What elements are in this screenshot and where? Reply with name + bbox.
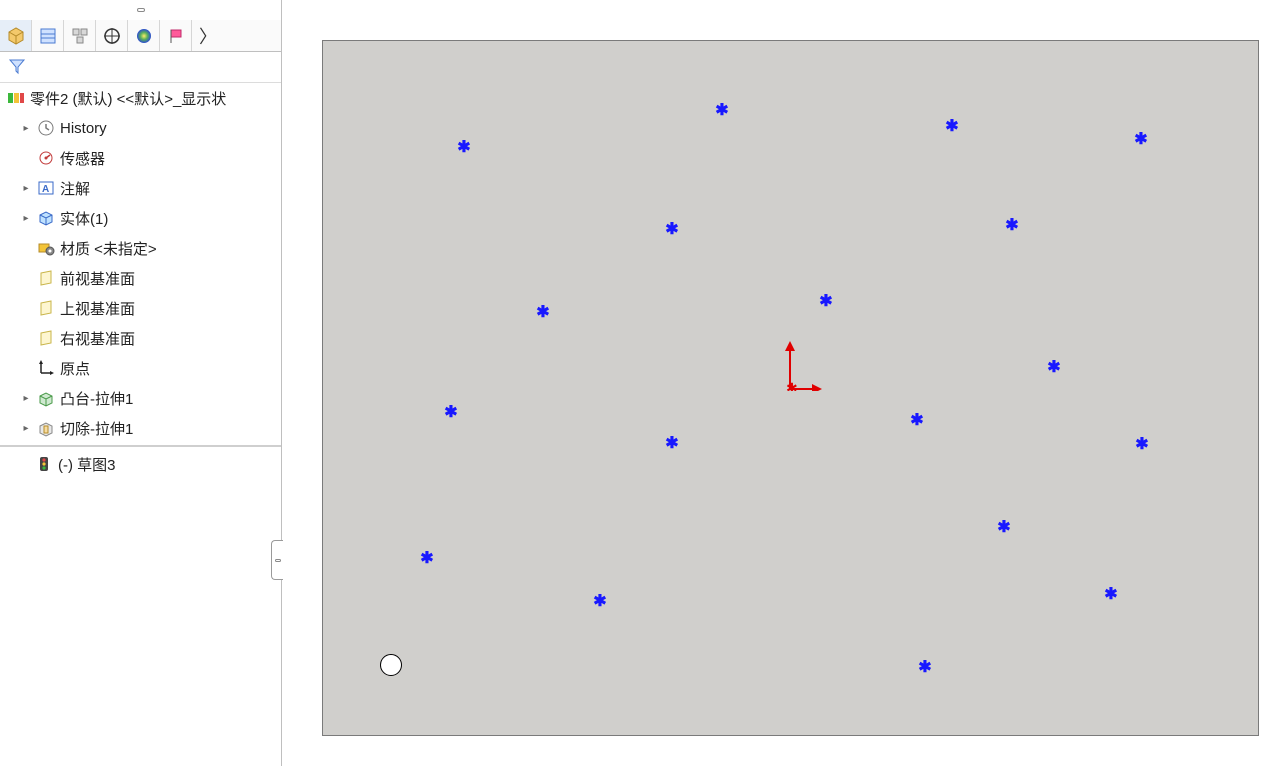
filter-bar (0, 52, 281, 82)
sketch-point[interactable]: ✱ (665, 223, 679, 237)
tab-display-manager[interactable] (128, 20, 160, 51)
graphics-viewport[interactable]: ✱ ✱ ✱ ✱ ✱ ✱ ✱ ✱ ✱ ✱ ✱ ✱ ✱ ✱ ✱ ✱ ✱ ✱ ✱ (282, 0, 1269, 766)
tab-feature-tree[interactable] (0, 20, 32, 51)
tab-overflow-button[interactable]: 〉 (192, 20, 224, 51)
expander-icon[interactable]: ▸ (20, 212, 32, 224)
app-root: 〉 零件2 (默认) <<默认>_显示状 ▸ History ▸ (0, 0, 1269, 766)
tree-item-right-plane[interactable]: ▸ 右视基准面 (0, 323, 281, 353)
expander-icon[interactable]: ▸ (20, 422, 32, 434)
rollback-bar[interactable] (0, 445, 281, 447)
panel-collapse-tab[interactable] (271, 540, 283, 580)
sketch-point[interactable]: ✱ (444, 406, 458, 420)
tree-item-label: 右视基准面 (60, 328, 135, 349)
tree-root[interactable]: 零件2 (默认) <<默认>_显示状 (0, 83, 281, 113)
cursor-circle-icon (380, 654, 402, 676)
plane-icon (36, 298, 56, 318)
tree-item-label: 注解 (60, 178, 90, 199)
sketch-point[interactable]: ✱ (536, 306, 550, 320)
property-manager-icon (38, 26, 58, 46)
sketch-point[interactable]: ✱ (715, 104, 729, 118)
tree-item-label: 切除-拉伸1 (60, 418, 133, 439)
sketch-face[interactable]: ✱ ✱ ✱ ✱ ✱ ✱ ✱ ✱ ✱ ✱ ✱ ✱ ✱ ✱ ✱ ✱ ✱ ✱ ✱ (322, 40, 1259, 736)
tree-item-top-plane[interactable]: ▸ 上视基准面 (0, 293, 281, 323)
sketch-point[interactable]: ✱ (1104, 588, 1118, 602)
flag-icon (166, 26, 186, 46)
tree-item-solidbodies[interactable]: ▸ 实体(1) (0, 203, 281, 233)
svg-text:✱: ✱ (786, 380, 798, 391)
sketch-point[interactable]: ✱ (918, 661, 932, 675)
sketch-point[interactable]: ✱ (819, 295, 833, 309)
expander-icon[interactable]: ▸ (20, 182, 32, 194)
feature-tree-icon (6, 26, 26, 46)
part-icon (6, 88, 26, 108)
expander-icon[interactable]: ▸ (20, 122, 32, 134)
material-icon (36, 238, 56, 258)
origin-icon (36, 358, 56, 378)
display-manager-icon (134, 26, 154, 46)
sketch-point[interactable]: ✱ (593, 595, 607, 609)
configuration-icon (70, 26, 90, 46)
tree-item-annotations[interactable]: ▸ A 注解 (0, 173, 281, 203)
sketch-point[interactable]: ✱ (1135, 438, 1149, 452)
tree-item-label: 材质 <未指定> (60, 238, 157, 259)
feature-manager-panel: 〉 零件2 (默认) <<默认>_显示状 ▸ History ▸ (0, 0, 282, 766)
tab-dimxpert[interactable] (96, 20, 128, 51)
tree-item-label: History (60, 120, 107, 137)
expander-icon[interactable]: ▸ (20, 392, 32, 404)
tree-item-sensors[interactable]: ▸ 传感器 (0, 143, 281, 173)
sketch-point[interactable]: ✱ (997, 521, 1011, 535)
tree-root-label: 零件2 (默认) <<默认>_显示状 (30, 88, 226, 109)
dimxpert-icon (102, 26, 122, 46)
tree-item-boss-extrude[interactable]: ▸ 凸台-拉伸1 (0, 383, 281, 413)
tree-item-label: 前视基准面 (60, 268, 135, 289)
sketch-point[interactable]: ✱ (420, 552, 434, 566)
tree-item-label: 传感器 (60, 148, 105, 169)
sketch-point[interactable]: ✱ (945, 120, 959, 134)
chevron-right-icon: 〉 (199, 23, 217, 49)
sketch-point[interactable]: ✱ (1005, 219, 1019, 233)
tab-property-manager[interactable] (32, 20, 64, 51)
sketch-point[interactable]: ✱ (910, 414, 924, 428)
panel-tabstrip: 〉 (0, 20, 281, 52)
tree-item-history[interactable]: ▸ History (0, 113, 281, 143)
sketch-point[interactable]: ✱ (665, 437, 679, 451)
annotation-icon: A (36, 178, 56, 198)
feature-tree: 零件2 (默认) <<默认>_显示状 ▸ History ▸ 传感器 ▸ A 注… (0, 83, 281, 479)
traffic-light-icon (34, 454, 54, 474)
sketch-point[interactable]: ✱ (457, 141, 471, 155)
history-icon (36, 118, 56, 138)
tree-item-label: 原点 (60, 358, 90, 379)
solidbody-icon (36, 208, 56, 228)
tree-item-label: 凸台-拉伸1 (60, 388, 133, 409)
tree-item-editing-sketch[interactable]: (-) 草图3 (0, 449, 281, 479)
tree-item-label: 上视基准面 (60, 298, 135, 319)
extrude-icon (36, 388, 56, 408)
sketch-origin-icon: ✱ (782, 341, 822, 391)
filter-icon[interactable] (8, 57, 26, 78)
plane-icon (36, 328, 56, 348)
cut-extrude-icon (36, 418, 56, 438)
plane-icon (36, 268, 56, 288)
tree-item-material[interactable]: ▸ 材质 <未指定> (0, 233, 281, 263)
panel-grip[interactable] (0, 0, 281, 20)
sensor-icon (36, 148, 56, 168)
tab-configuration-manager[interactable] (64, 20, 96, 51)
sketch-point[interactable]: ✱ (1047, 361, 1061, 375)
tree-item-origin[interactable]: ▸ 原点 (0, 353, 281, 383)
tree-item-front-plane[interactable]: ▸ 前视基准面 (0, 263, 281, 293)
svg-text:A: A (42, 184, 49, 195)
tree-item-cut-extrude[interactable]: ▸ 切除-拉伸1 (0, 413, 281, 443)
tree-item-label: (-) 草图3 (58, 454, 116, 475)
tree-item-label: 实体(1) (60, 208, 108, 229)
tab-appearance[interactable] (160, 20, 192, 51)
sketch-point[interactable]: ✱ (1134, 133, 1148, 147)
